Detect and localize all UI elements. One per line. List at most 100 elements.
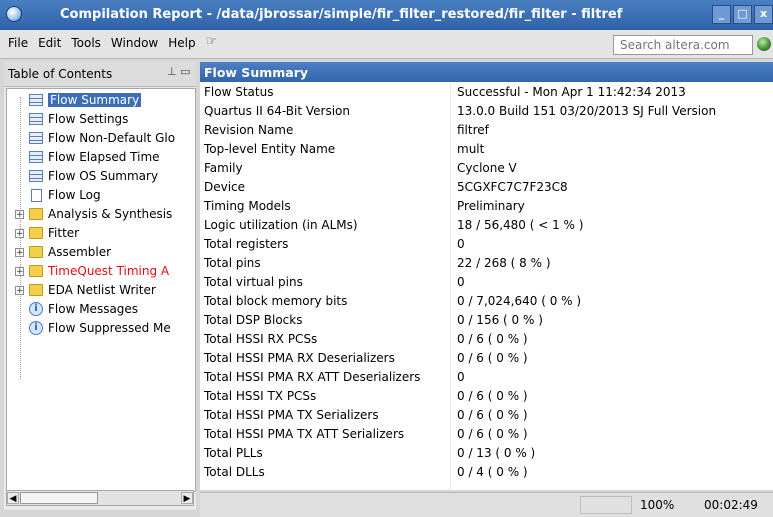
row-value: Successful - Mon Apr 1 11:42:34 2013	[457, 85, 686, 99]
row-value: 22 / 268 ( 8 % )	[457, 256, 551, 270]
toc-item-assembler[interactable]: Assembler	[29, 243, 111, 261]
row-key: Total registers	[204, 237, 289, 251]
table-row[interactable]: Total DSP Blocks 0 / 156 ( 0 % )	[200, 311, 773, 330]
window-title-bar[interactable]: Compilation Report - /data/jbrossar/simp…	[0, 0, 773, 30]
expand-icon[interactable]: +	[15, 267, 24, 277]
scroll-left-icon[interactable]: ◀	[7, 492, 19, 504]
toc-item-eda-netlist-writer[interactable]: EDA Netlist Writer	[29, 281, 156, 299]
menu-help[interactable]: Help	[164, 36, 201, 50]
toc-item-flow-non-default[interactable]: Flow Non-Default Glo	[29, 129, 175, 147]
menu-edit[interactable]: Edit	[34, 36, 67, 50]
toc-item-label: Fitter	[48, 226, 80, 240]
table-row[interactable]: Total virtual pins 0	[200, 273, 773, 292]
table-icon	[29, 151, 43, 163]
table-row[interactable]: Timing Models Preliminary	[200, 197, 773, 216]
toc-item-label: Flow Messages	[48, 302, 139, 316]
row-value: 0 / 6 ( 0 % )	[457, 427, 528, 441]
table-row[interactable]: Flow Status Successful - Mon Apr 1 11:42:…	[200, 83, 773, 102]
toc-item-flow-log[interactable]: Flow Log	[29, 186, 101, 204]
row-value: mult	[457, 142, 485, 156]
info-icon: i	[29, 302, 43, 316]
row-key: Total HSSI PMA RX ATT Deserializers	[204, 370, 421, 384]
table-row[interactable]: Total block memory bits 0 / 7,024,640 ( 0…	[200, 292, 773, 311]
elapsed-time: 00:02:49	[704, 498, 758, 512]
expand-icon[interactable]: +	[15, 286, 24, 296]
window-controls: _ □ x	[712, 5, 773, 24]
row-key: Total DSP Blocks	[204, 313, 303, 327]
horizontal-scrollbar[interactable]: ◀ ▶	[6, 490, 194, 506]
folder-icon	[29, 246, 43, 258]
toc-item-flow-settings[interactable]: Flow Settings	[29, 110, 128, 128]
minimize-button[interactable]: _	[712, 5, 731, 24]
row-key: Total HSSI RX PCSs	[204, 332, 318, 346]
row-key: Total block memory bits	[204, 294, 348, 308]
folder-icon	[29, 265, 43, 277]
menu-tools[interactable]: Tools	[67, 36, 107, 50]
close-button[interactable]: x	[754, 5, 773, 24]
folder-icon	[29, 208, 43, 220]
search-input[interactable]	[613, 35, 753, 55]
app-icon[interactable]	[6, 6, 22, 22]
row-value: 18 / 56,480 ( < 1 % )	[457, 218, 584, 232]
table-icon	[29, 170, 43, 182]
scroll-thumb[interactable]	[20, 492, 98, 504]
toc-item-label: Flow Elapsed Time	[48, 150, 160, 164]
pin-icon[interactable]: ⊥ ▭	[167, 65, 190, 78]
table-row[interactable]: Total HSSI PMA TX ATT Serializers 0 / 6 (…	[200, 425, 773, 444]
table-row[interactable]: Total HSSI PMA RX Deserializers 0 / 6 ( 0…	[200, 349, 773, 368]
whats-this-icon[interactable]: ☞	[206, 34, 218, 50]
table-row[interactable]: Total HSSI RX PCSs 0 / 6 ( 0 % )	[200, 330, 773, 349]
maximize-button[interactable]: □	[733, 5, 752, 24]
row-key: Top-level Entity Name	[204, 142, 336, 156]
info-icon: i	[29, 321, 43, 335]
row-key: Quartus II 64-Bit Version	[204, 104, 350, 118]
row-value: Cyclone V	[457, 161, 517, 175]
table-row[interactable]: Family Cyclone V	[200, 159, 773, 178]
menu-file[interactable]: File	[4, 36, 34, 50]
toc-item-flow-elapsed-time[interactable]: Flow Elapsed Time	[29, 148, 160, 166]
row-key: Total HSSI PMA RX Deserializers	[204, 351, 395, 365]
scroll-right-icon[interactable]: ▶	[181, 492, 193, 504]
row-key: Total HSSI PMA TX Serializers	[204, 408, 379, 422]
toc-tree[interactable]: Flow Summary Flow Settings Flow Non-Defa…	[6, 88, 196, 492]
table-row[interactable]: Revision Name filtref	[200, 121, 773, 140]
menu-window[interactable]: Window	[107, 36, 164, 50]
table-row[interactable]: Logic utilization (in ALMs) 18 / 56,480 (…	[200, 216, 773, 235]
table-row[interactable]: Total registers 0	[200, 235, 773, 254]
row-key: Total pins	[204, 256, 261, 270]
table-icon	[29, 132, 43, 144]
table-row[interactable]: Total HSSI PMA RX ATT Deserializers 0	[200, 368, 773, 387]
table-row[interactable]: Top-level Entity Name mult	[200, 140, 773, 159]
table-row[interactable]: Total DLLs 0 / 4 ( 0 % )	[200, 463, 773, 482]
toc-item-flow-summary[interactable]: Flow Summary	[29, 91, 142, 109]
toc-item-fitter[interactable]: Fitter	[29, 224, 79, 242]
expand-icon[interactable]: +	[15, 229, 24, 239]
row-value: 0	[457, 237, 465, 251]
row-value: 13.0.0 Build 151 03/20/2013 SJ Full Vers…	[457, 104, 717, 118]
toc-title: Table of Contents	[8, 67, 113, 81]
expand-icon[interactable]: +	[15, 248, 24, 258]
row-value: 0 / 6 ( 0 % )	[457, 351, 528, 365]
toc-item-label: TimeQuest Timing A	[48, 264, 170, 278]
toc-item-analysis-synthesis[interactable]: Analysis & Synthesis	[29, 205, 172, 223]
table-row[interactable]: Device 5CGXFC7C7F23C8	[200, 178, 773, 197]
row-value: 0	[457, 370, 465, 384]
document-icon	[31, 188, 42, 202]
globe-icon[interactable]	[757, 37, 771, 51]
table-row[interactable]: Total HSSI TX PCSs 0 / 6 ( 0 % )	[200, 387, 773, 406]
toc-item-timequest[interactable]: TimeQuest Timing A	[29, 262, 169, 280]
row-key: Timing Models	[204, 199, 291, 213]
table-row[interactable]: Total PLLs 0 / 13 ( 0 % )	[200, 444, 773, 463]
window-title: Compilation Report - /data/jbrossar/simp…	[60, 7, 623, 22]
expand-icon[interactable]: +	[15, 210, 24, 220]
row-key: Total virtual pins	[204, 275, 303, 289]
toc-item-flow-messages[interactable]: i Flow Messages	[29, 300, 138, 318]
toc-item-flow-os-summary[interactable]: Flow OS Summary	[29, 167, 158, 185]
table-row[interactable]: Quartus II 64-Bit Version 13.0.0 Build 15…	[200, 102, 773, 121]
row-value: 0 / 6 ( 0 % )	[457, 332, 528, 346]
table-row[interactable]: Total pins 22 / 268 ( 8 % )	[200, 254, 773, 273]
row-key: Total PLLs	[204, 446, 263, 460]
table-row[interactable]: Total HSSI PMA TX Serializers 0 / 6 ( 0 %…	[200, 406, 773, 425]
row-value: Preliminary	[457, 199, 525, 213]
toc-item-flow-suppressed[interactable]: i Flow Suppressed Me	[29, 319, 171, 337]
